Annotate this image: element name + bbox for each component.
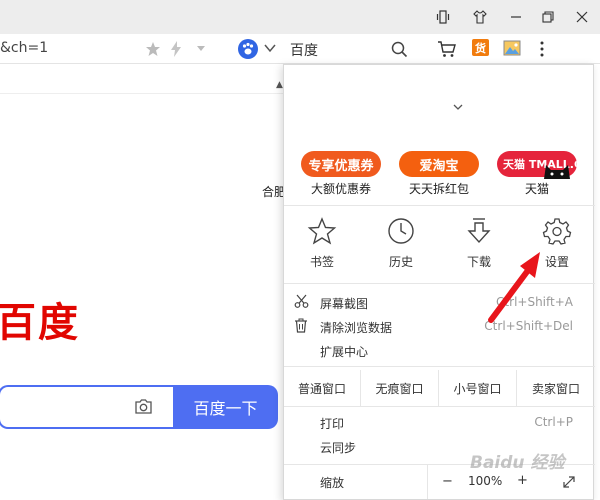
menu-separator bbox=[284, 406, 595, 407]
title-bar bbox=[0, 0, 600, 34]
tool-label: 书签 bbox=[309, 255, 334, 269]
zoom-out-button[interactable]: − bbox=[442, 474, 453, 489]
star-outline-icon bbox=[307, 217, 337, 245]
menu-separator bbox=[284, 205, 595, 206]
tool-label: 历史 bbox=[388, 255, 413, 269]
skin-icon[interactable] bbox=[470, 7, 490, 27]
tool-settings[interactable]: 设置 bbox=[527, 217, 587, 270]
gear-icon bbox=[542, 218, 572, 245]
more-menu-icon[interactable] bbox=[539, 41, 545, 57]
menu-item-clear-data[interactable]: 清除浏览数据 Ctrl+Shift+Del bbox=[284, 314, 595, 338]
menu-item-shortcut: Ctrl+Shift+A bbox=[496, 295, 573, 309]
download-icon bbox=[467, 218, 491, 244]
incognito-window-button[interactable]: 无痕窗口 bbox=[361, 370, 439, 406]
star-icon[interactable] bbox=[145, 41, 161, 57]
scissors-icon bbox=[294, 294, 309, 312]
menu-item-print[interactable]: 打印 Ctrl+P bbox=[284, 410, 595, 434]
menu-item-label: 扩展中心 bbox=[320, 345, 369, 359]
menu-item-shortcut: Ctrl+P bbox=[534, 415, 573, 429]
address-text[interactable]: &ch=1 bbox=[0, 40, 48, 56]
seller-window-button[interactable]: 卖家窗口 bbox=[517, 370, 595, 406]
menu-item-screenshot[interactable]: 屏幕截图 Ctrl+Shift+A bbox=[284, 290, 595, 314]
trash-icon bbox=[294, 318, 308, 336]
menu-item-extensions[interactable]: 扩展中心 bbox=[284, 338, 595, 362]
restore-icon[interactable] bbox=[538, 7, 558, 27]
menu-item-label: 屏幕截图 bbox=[320, 297, 369, 311]
deal-icon[interactable]: 货 bbox=[472, 39, 489, 56]
baidu-paw-icon[interactable] bbox=[238, 39, 258, 59]
page-arrow-icon: ▲ bbox=[276, 80, 283, 90]
promo-taobao-badge[interactable]: 爱淘宝 bbox=[399, 151, 479, 177]
menu-item-label: 云同步 bbox=[320, 441, 357, 455]
zoom-label: 缩放 bbox=[320, 476, 345, 490]
search-icon[interactable] bbox=[391, 41, 408, 58]
image-icon[interactable] bbox=[503, 40, 521, 56]
alt-account-window-button[interactable]: 小号窗口 bbox=[439, 370, 517, 406]
search-button[interactable]: 百度一下 bbox=[173, 385, 278, 429]
close-icon[interactable] bbox=[572, 7, 592, 27]
fullscreen-icon[interactable] bbox=[562, 475, 576, 489]
engine-dropdown-icon[interactable] bbox=[264, 43, 276, 53]
cart-icon[interactable] bbox=[437, 40, 457, 58]
search-engine-label[interactable]: 百度 bbox=[290, 40, 318, 60]
tool-history[interactable]: 历史 bbox=[371, 217, 431, 270]
clock-icon bbox=[388, 218, 414, 244]
menu-separator bbox=[284, 366, 595, 367]
zoom-value: 100% bbox=[468, 474, 503, 488]
lightning-icon[interactable] bbox=[170, 41, 182, 57]
zoom-in-button[interactable]: + bbox=[517, 473, 528, 488]
camera-icon[interactable] bbox=[134, 398, 153, 415]
tool-bookmarks[interactable]: 书签 bbox=[292, 217, 352, 270]
normal-window-button[interactable]: 普通窗口 bbox=[284, 370, 361, 406]
tool-label: 设置 bbox=[544, 255, 569, 269]
promo-coupon-badge[interactable]: 专享优惠券 bbox=[301, 151, 381, 177]
address-bar: &ch=1 百度 货 bbox=[0, 34, 600, 64]
browser-main-menu: 专享优惠券 大额优惠券 爱淘宝 天天拆红包 天猫 TMALL.COM 天猫 书签… bbox=[283, 64, 595, 500]
page-divider bbox=[0, 93, 283, 94]
chevron-down-icon[interactable] bbox=[196, 45, 206, 53]
zoom-divider bbox=[427, 465, 428, 499]
tool-downloads[interactable]: 下载 bbox=[449, 217, 509, 270]
promo-coupon-label[interactable]: 大额优惠券 bbox=[296, 180, 386, 197]
promo-tmall-label[interactable]: 天猫 bbox=[492, 180, 582, 197]
menu-item-shortcut: Ctrl+Shift+Del bbox=[484, 319, 573, 333]
tool-label: 下载 bbox=[466, 255, 491, 269]
promo-taobao-label[interactable]: 天天拆红包 bbox=[394, 180, 484, 197]
expand-chevron-icon[interactable] bbox=[452, 103, 464, 111]
menu-separator bbox=[284, 283, 595, 284]
watermark: Baidu 经验 bbox=[470, 453, 565, 473]
menu-item-label: 清除浏览数据 bbox=[320, 321, 393, 335]
minimize-icon[interactable] bbox=[506, 7, 526, 27]
baidu-logo: 百度 bbox=[0, 300, 80, 346]
tablet-mode-icon[interactable] bbox=[433, 7, 453, 27]
menu-item-label: 打印 bbox=[320, 417, 345, 431]
